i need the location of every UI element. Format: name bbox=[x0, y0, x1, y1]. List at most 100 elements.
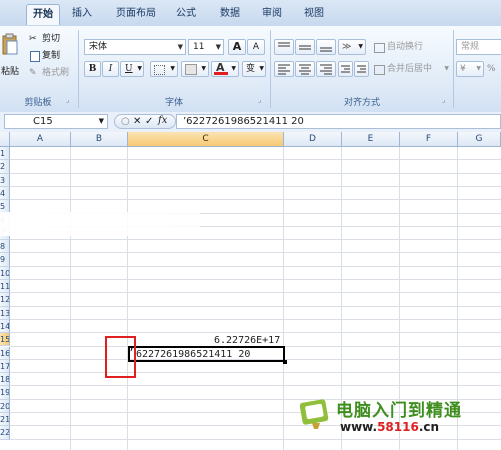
fill-color-button[interactable]: ▼ bbox=[181, 61, 209, 77]
cancel-entry-button[interactable]: ✕ bbox=[133, 115, 141, 128]
shrink-font-button[interactable]: A bbox=[247, 39, 265, 55]
copy-label: 复制 bbox=[42, 51, 61, 61]
increase-indent-button[interactable] bbox=[354, 61, 369, 77]
row-header-12[interactable]: 12 bbox=[0, 293, 10, 307]
row-header-22[interactable]: 22 bbox=[0, 426, 10, 440]
gridline bbox=[10, 185, 501, 187]
font-color-button[interactable]: A ▼ bbox=[211, 61, 239, 77]
row-header-2[interactable]: 2 bbox=[0, 160, 10, 174]
align-left-button[interactable] bbox=[274, 61, 294, 77]
row-header-19[interactable]: 19 bbox=[0, 386, 10, 400]
cell-c14[interactable]: 6.22726E+17 bbox=[214, 335, 280, 346]
column-header-b[interactable]: B bbox=[71, 132, 128, 147]
wrap-text-label: 自动换行 bbox=[387, 42, 424, 52]
format-painter-button[interactable]: ✎ 格式刷 bbox=[28, 65, 74, 79]
fill-handle[interactable] bbox=[283, 360, 287, 364]
tab-page-layout[interactable]: 页面布局 bbox=[110, 4, 162, 24]
align-center-button[interactable] bbox=[295, 61, 315, 77]
align-top-button[interactable] bbox=[274, 39, 294, 55]
chevron-down-icon: ▼ bbox=[476, 65, 481, 72]
bold-icon: B bbox=[88, 64, 97, 74]
orientation-button[interactable]: ≫ ▼ bbox=[338, 39, 366, 55]
row-header-16[interactable]: 16 bbox=[0, 346, 10, 360]
bold-button[interactable]: B bbox=[84, 61, 101, 77]
borders-button[interactable]: ▼ bbox=[150, 61, 178, 77]
name-box[interactable]: C15 ▼ bbox=[4, 114, 108, 129]
phonetic-button[interactable]: 变 ▼ bbox=[242, 61, 266, 77]
tab-review[interactable]: 审阅 bbox=[256, 4, 288, 24]
align-right-icon bbox=[320, 64, 332, 75]
erased-overlay-band bbox=[0, 212, 200, 236]
tab-view[interactable]: 视图 bbox=[298, 4, 330, 24]
grow-font-button[interactable]: A bbox=[228, 39, 246, 55]
row-header-21[interactable]: 21 bbox=[0, 413, 10, 427]
gridline bbox=[10, 199, 501, 201]
row-header-11[interactable]: 11 bbox=[0, 280, 10, 294]
chevron-down-icon: ▼ bbox=[170, 65, 175, 72]
dialog-launcher-icon[interactable]: ⌟ bbox=[258, 96, 261, 104]
column-header-g[interactable]: G bbox=[458, 132, 501, 147]
column-header-d[interactable]: D bbox=[284, 132, 342, 147]
tab-insert[interactable]: 插入 bbox=[66, 4, 98, 24]
row-header-1[interactable]: 1 bbox=[0, 147, 10, 161]
align-middle-button[interactable] bbox=[295, 39, 315, 55]
tab-formulas[interactable]: 公式 bbox=[170, 4, 202, 24]
column-header-a[interactable]: A bbox=[10, 132, 71, 147]
border-icon bbox=[154, 65, 165, 75]
row-header-4[interactable]: 4 bbox=[0, 186, 10, 201]
dialog-launcher-icon[interactable]: ⌟ bbox=[66, 96, 69, 104]
row-header-8[interactable]: 8 bbox=[0, 240, 10, 254]
number-format-select[interactable]: 常规 bbox=[456, 39, 501, 55]
row-header-15[interactable]: 15 bbox=[0, 333, 10, 347]
underline-button[interactable]: U ▼ bbox=[120, 61, 144, 77]
align-bottom-icon bbox=[320, 47, 332, 52]
row-header-18[interactable]: 18 bbox=[0, 373, 10, 387]
row-header-10[interactable]: 10 bbox=[0, 266, 10, 280]
row-header-13[interactable]: 13 bbox=[0, 306, 10, 320]
merge-center-label: 合并后居中 bbox=[387, 64, 433, 74]
watermark-url-prefix: www. bbox=[340, 420, 378, 434]
watermark-url-highlight: 58116 bbox=[377, 420, 419, 434]
copy-button[interactable]: 复制 bbox=[28, 48, 68, 62]
column-header-e[interactable]: E bbox=[342, 132, 400, 147]
column-header-f[interactable]: F bbox=[400, 132, 458, 147]
italic-button[interactable]: I bbox=[102, 61, 119, 77]
formula-input[interactable]: ’6227261986521411 20 bbox=[176, 114, 501, 129]
gridline bbox=[10, 279, 501, 280]
row-header-20[interactable]: 20 bbox=[0, 399, 10, 413]
align-right-button[interactable] bbox=[316, 61, 336, 77]
decrease-indent-icon bbox=[341, 65, 350, 73]
percent-button[interactable]: % bbox=[486, 61, 501, 77]
gridline bbox=[10, 159, 501, 161]
tab-home[interactable]: 开始 bbox=[26, 4, 60, 25]
decrease-indent-button[interactable] bbox=[338, 61, 353, 77]
select-all-corner[interactable] bbox=[0, 132, 10, 147]
row-header-17[interactable]: 17 bbox=[0, 359, 10, 374]
confirm-entry-button[interactable]: ✓ bbox=[145, 115, 153, 128]
row-header-3[interactable]: 3 bbox=[0, 173, 10, 187]
active-cell-c15[interactable]: 6227261986521411 20 bbox=[128, 346, 287, 364]
underline-icon: U bbox=[125, 64, 133, 74]
excel-window: 开始 插入 页面布局 公式 数据 审阅 视图 粘贴 ✂ 剪切 复制 ✎ 格式刷 bbox=[0, 0, 501, 450]
dialog-launcher-icon[interactable]: ⌟ bbox=[442, 96, 445, 104]
row-header-14[interactable]: 14 bbox=[0, 319, 10, 334]
column-header-c[interactable]: C bbox=[128, 132, 284, 147]
merge-center-button[interactable]: 合并后居中 ▼ bbox=[372, 61, 452, 77]
align-bottom-button[interactable] bbox=[316, 39, 336, 55]
chevron-down-icon: ▼ bbox=[215, 43, 221, 51]
font-name-select[interactable]: 宋体 ▼ bbox=[84, 39, 186, 55]
merge-icon bbox=[374, 65, 385, 75]
accounting-format-button[interactable]: ¥ ▼ bbox=[456, 61, 484, 77]
wrap-text-button[interactable]: 自动换行 bbox=[372, 39, 432, 55]
gridline bbox=[10, 265, 501, 267]
watermark-url-suffix: .cn bbox=[418, 420, 440, 434]
row-header-9[interactable]: 9 bbox=[0, 253, 10, 267]
paste-button[interactable]: 粘贴 bbox=[0, 30, 22, 78]
expand-icon[interactable]: ○ bbox=[121, 115, 130, 128]
insert-function-button[interactable]: fx bbox=[158, 114, 167, 127]
tab-data[interactable]: 数据 bbox=[214, 4, 246, 24]
paste-label: 粘贴 bbox=[1, 67, 20, 77]
font-size-select[interactable]: 11 ▼ bbox=[188, 39, 224, 55]
grow-font-icon: A bbox=[232, 40, 242, 53]
cut-button[interactable]: ✂ 剪切 bbox=[28, 31, 68, 45]
